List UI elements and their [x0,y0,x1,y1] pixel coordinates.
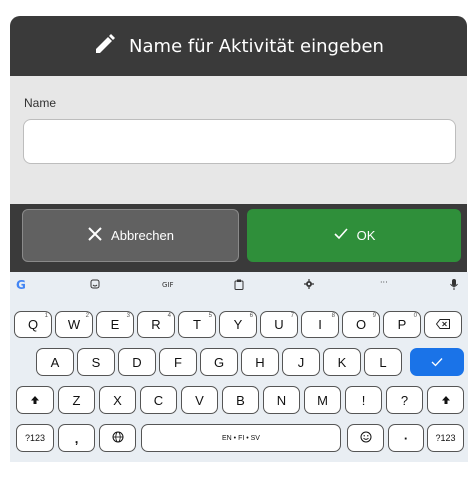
key-g[interactable]: G [200,348,238,376]
enter-check-icon [431,355,443,370]
key-p[interactable]: P0 [383,311,421,338]
keyboard-toolbar: G GIF ··· [10,272,468,302]
key-exclamation[interactable]: ! [345,386,382,414]
enter-key[interactable] [410,348,464,376]
period-key[interactable]: · [388,424,424,452]
name-input[interactable] [23,119,456,164]
dialog-title: Name für Aktivität eingeben [129,35,384,57]
shift-key-right[interactable] [427,386,464,414]
globe-icon [112,431,124,446]
key-x[interactable]: X [99,386,136,414]
emoji-key[interactable] [347,424,384,452]
name-field-label: Name [24,96,57,110]
mic-icon[interactable] [450,279,458,292]
space-key[interactable]: EN • FI • SV [141,424,341,452]
dialog-content: Name [10,76,467,204]
key-r[interactable]: R4 [137,311,175,338]
close-icon [87,226,103,245]
key-m[interactable]: M [304,386,341,414]
key-b[interactable]: B [222,386,259,414]
key-k[interactable]: K [323,348,361,376]
check-icon [333,226,349,245]
cancel-button[interactable]: Abbrechen [22,209,239,262]
ok-button-label: OK [356,228,376,243]
key-s[interactable]: S [77,348,115,376]
key-w[interactable]: W2 [55,311,93,338]
key-e[interactable]: E3 [96,311,134,338]
settings-icon[interactable] [304,279,314,291]
ok-button[interactable]: OK [247,209,461,262]
backspace-key[interactable] [424,311,462,338]
key-v[interactable]: V [181,386,218,414]
google-icon[interactable]: G [16,278,26,292]
key-a[interactable]: A [36,348,74,376]
comma-key[interactable]: , [58,424,95,452]
key-y[interactable]: Y6 [219,311,257,338]
dialog-header: Name für Aktivität eingeben [10,16,467,76]
key-o[interactable]: O9 [342,311,380,338]
key-h[interactable]: H [241,348,279,376]
symbols-key-left[interactable]: ?123 [16,424,54,452]
pencil-icon [93,32,117,61]
shift-icon [30,393,40,408]
key-f[interactable]: F [159,348,197,376]
on-screen-keyboard: G GIF ··· Q1 W2 E3 R4 T5 Y6 U7 I8 O9 P0 … [10,272,468,462]
shift-icon [441,393,451,408]
key-u[interactable]: U7 [260,311,298,338]
key-c[interactable]: C [140,386,177,414]
key-t[interactable]: T5 [178,311,216,338]
language-key[interactable] [99,424,136,452]
dialog-panel: Name für Aktivität eingeben Name Abbrech… [10,16,467,272]
clipboard-icon[interactable] [234,279,244,292]
key-n[interactable]: N [263,386,300,414]
key-i[interactable]: I8 [301,311,339,338]
key-l[interactable]: L [364,348,402,376]
key-q[interactable]: Q1 [14,311,52,338]
symbols-key-right[interactable]: ?123 [427,424,464,452]
key-z[interactable]: Z [58,386,95,414]
dialog-buttons: Abbrechen OK [10,204,467,272]
sticker-icon[interactable] [90,279,100,291]
gif-icon[interactable]: GIF [162,281,174,289]
key-d[interactable]: D [118,348,156,376]
backspace-icon [435,317,450,332]
cancel-button-label: Abbrechen [111,228,174,243]
key-j[interactable]: J [282,348,320,376]
key-question[interactable]: ? [386,386,423,414]
more-icon[interactable]: ··· [380,278,388,287]
emoji-icon [360,431,372,446]
shift-key-left[interactable] [16,386,54,414]
